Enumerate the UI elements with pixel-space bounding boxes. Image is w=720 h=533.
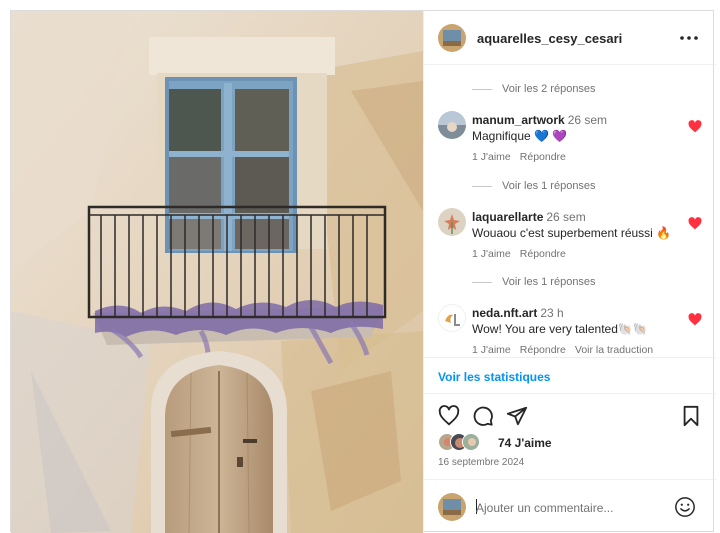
view-replies-label: Voir les 2 réponses [502, 83, 596, 95]
bookmark-icon[interactable] [680, 405, 702, 427]
commenter-username[interactable]: laquarellarte [472, 210, 543, 224]
comment-header: manum_artwork 26 sem [472, 113, 607, 127]
replies-divider [472, 185, 492, 187]
comment-text: Magnifique 💙 💜 [472, 129, 568, 143]
emoji-icon[interactable] [674, 496, 696, 518]
post-image[interactable] [11, 11, 423, 533]
post-action-bar [424, 394, 716, 438]
comment-time[interactable]: 26 sem [546, 210, 585, 224]
view-replies-label: Voir les 1 réponses [502, 180, 596, 192]
heart-filled-icon[interactable] [688, 313, 702, 326]
likes-row: 74 J'aime [438, 433, 698, 453]
commenter-avatar[interactable] [438, 304, 466, 332]
comment-item: manum_artwork 26 sem Magnifique 💙 💜 1 J'a… [424, 111, 716, 171]
author-avatar[interactable] [438, 24, 466, 52]
heart-filled-icon[interactable] [688, 120, 702, 133]
comment-likes-count[interactable]: 1 J'aime [472, 248, 511, 260]
comment-time[interactable]: 23 h [540, 306, 563, 320]
stats-row: Voir les statistiques [424, 357, 716, 394]
comment-item: laquarellarte 26 sem Wouaou c'est superbe… [424, 208, 716, 268]
post-side-panel: aquarelles_cesy_cesari Voir les 2 répons… [423, 11, 716, 533]
heart-outline-icon[interactable] [438, 405, 460, 427]
comment-input[interactable] [476, 498, 676, 518]
commenter-username[interactable]: manum_artwork [472, 113, 565, 127]
replies-divider [472, 88, 492, 90]
comment-item: neda.nft.art 23 h Wow! You are very talen… [424, 304, 716, 364]
post-header: aquarelles_cesy_cesari [424, 11, 716, 65]
comment-icon[interactable] [472, 405, 494, 427]
view-replies-button[interactable]: Voir les 1 réponses [472, 180, 596, 192]
comment-actions: 1 J'aime Répondre [472, 248, 575, 260]
reply-button[interactable]: Répondre [520, 248, 566, 260]
translate-button[interactable]: Voir la traduction [575, 344, 653, 356]
reply-button[interactable]: Répondre [520, 151, 566, 163]
reply-button[interactable]: Répondre [520, 344, 566, 356]
commenter-avatar[interactable] [438, 208, 466, 236]
view-replies-button[interactable]: Voir les 1 réponses [472, 276, 596, 288]
heart-filled-icon[interactable] [688, 217, 702, 230]
comment-text: Wow! You are very talented🐚🐚 [472, 322, 648, 336]
comment-actions: 1 J'aime Répondre [472, 151, 575, 163]
comment-header: laquarellarte 26 sem [472, 210, 586, 224]
view-replies-label: Voir les 1 réponses [502, 276, 596, 288]
view-insights-link[interactable]: Voir les statistiques [438, 370, 550, 384]
likes-count[interactable]: 74 J'aime [498, 436, 552, 450]
comment-likes-count[interactable]: 1 J'aime [472, 344, 511, 356]
current-user-avatar [438, 493, 466, 521]
author-username[interactable]: aquarelles_cesy_cesari [477, 31, 622, 46]
commenter-avatar[interactable] [438, 111, 466, 139]
commenter-username[interactable]: neda.nft.art [472, 306, 537, 320]
comment-text: Wouaou c'est superbement réussi 🔥 [472, 226, 672, 240]
post-frame: aquarelles_cesy_cesari Voir les 2 répons… [10, 10, 716, 533]
add-comment-bar [424, 479, 716, 533]
watercolor-balcony-painting [11, 11, 423, 533]
view-replies-button[interactable]: Voir les 2 réponses [472, 83, 596, 95]
more-horizontal-icon[interactable] [678, 28, 700, 48]
comments-list: Voir les 2 réponses manum_artwork 26 sem … [424, 65, 716, 357]
comment-time[interactable]: 26 sem [568, 113, 607, 127]
comment-actions: 1 J'aime Répondre Voir la traduction [472, 344, 662, 356]
comment-likes-count[interactable]: 1 J'aime [472, 151, 511, 163]
liker-avatar[interactable] [462, 433, 480, 451]
replies-divider [472, 281, 492, 283]
post-date[interactable]: 16 septembre 2024 [438, 457, 524, 468]
share-icon[interactable] [506, 405, 528, 427]
comment-header: neda.nft.art 23 h [472, 306, 564, 320]
